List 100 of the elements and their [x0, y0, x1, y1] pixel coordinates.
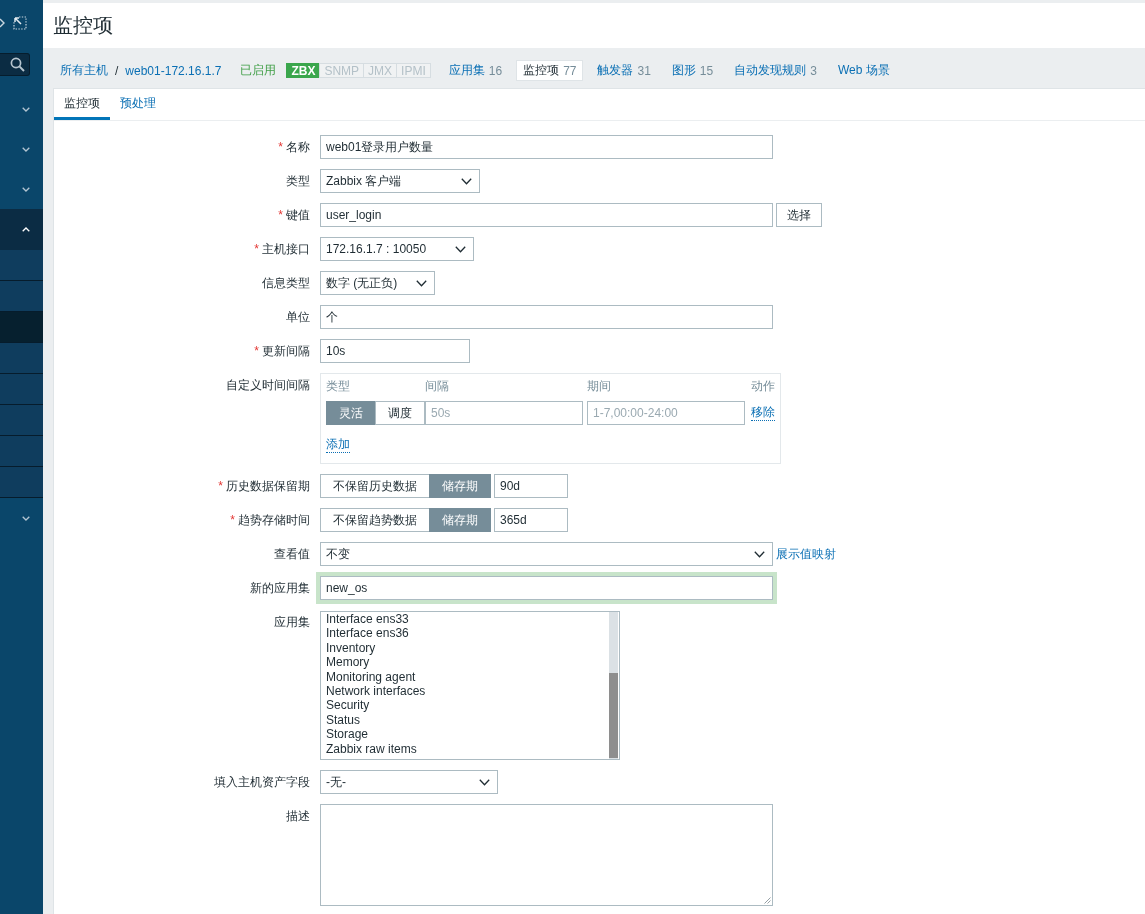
item-count: 77: [563, 63, 577, 78]
listbox[interactable]: Interface ens33 Interface ens36 Inventory Memory Monitoring agent Network interfaces Security Status Storage Zabbix raw items: [320, 611, 620, 760]
chevron-down-icon[interactable]: [22, 106, 30, 112]
list-option[interactable]: Status: [326, 712, 609, 728]
submenu-item[interactable]: [0, 343, 43, 374]
required-mark: *: [278, 207, 283, 224]
field-label: 查看值: [274, 546, 310, 563]
input-field[interactable]: 365d: [494, 508, 568, 532]
submenu-item[interactable]: [0, 467, 43, 498]
input-field[interactable]: 个: [320, 305, 773, 329]
field-label: 单位: [286, 309, 310, 326]
item-count: 31: [637, 63, 651, 78]
submenu-item[interactable]: [0, 250, 43, 281]
field-label: 填入主机资产字段: [214, 774, 310, 791]
field-label: 名称: [286, 139, 310, 156]
field-label: 键值: [286, 207, 310, 224]
breadcrumb-link[interactable]: web01-172.16.1.7: [125, 63, 222, 78]
required-mark: *: [230, 512, 235, 529]
field-label: 信息类型: [262, 275, 310, 292]
field-label: 应用集: [274, 614, 310, 631]
list-option[interactable]: Interface ens33: [326, 612, 609, 627]
list-option[interactable]: Interface ens36: [326, 626, 609, 641]
column-header: 期间: [587, 379, 611, 394]
input-field[interactable]: new_os: [316, 572, 777, 604]
submenu-item[interactable]: [0, 281, 43, 312]
input-field[interactable]: 90d: [494, 474, 568, 498]
field-label: 主机接口: [262, 241, 310, 258]
resize-grip-icon[interactable]: [764, 897, 771, 904]
tab[interactable]: 预处理: [110, 89, 166, 120]
list-option[interactable]: Security: [326, 698, 609, 713]
segment-option[interactable]: 不保留历史数据: [320, 474, 430, 498]
chevron-down-icon: [754, 550, 765, 558]
search-icon[interactable]: [10, 57, 25, 72]
submenu-item[interactable]: [0, 436, 43, 467]
dropdown[interactable]: 不变: [320, 542, 773, 566]
column-header: 间隔: [425, 379, 449, 394]
availability-badge: JMX: [363, 63, 398, 78]
availability-badge: SNMP: [319, 63, 365, 78]
input-field[interactable]: user_login: [320, 203, 773, 227]
list-option[interactable]: Storage: [326, 727, 609, 742]
nav-link[interactable]: 应用集 16: [441, 60, 510, 81]
chevron-down-icon: [455, 245, 466, 253]
submenu-item[interactable]: [0, 374, 43, 405]
list-option[interactable]: Monitoring agent: [326, 669, 609, 684]
chevron-down-icon: [416, 279, 427, 287]
list-option[interactable]: Memory: [326, 655, 609, 670]
list-option[interactable]: Network interfaces: [326, 683, 609, 699]
dropdown[interactable]: 数字 (无正负): [320, 271, 435, 295]
field-label: 类型: [286, 173, 310, 190]
dropdown[interactable]: -无-: [320, 770, 498, 794]
required-mark: *: [218, 478, 223, 495]
field-label: 更新间隔: [262, 343, 310, 360]
chevron-down-icon: [461, 177, 472, 185]
nav-link[interactable]: 监控项 77: [516, 60, 584, 81]
field-label: 新的应用集: [250, 580, 310, 597]
column-header: 动作: [751, 379, 775, 394]
field-label: 历史数据保留期: [226, 478, 310, 495]
scrollbar-track[interactable]: [609, 612, 618, 759]
item-count: 15: [699, 63, 714, 78]
expand-icon[interactable]: [13, 15, 27, 30]
chevron-down-icon[interactable]: [22, 146, 30, 152]
chevron-down-icon[interactable]: [22, 186, 30, 192]
availability-badge: ZBX: [286, 63, 321, 78]
input-field[interactable]: web01登录用户数量: [320, 135, 773, 159]
breadcrumb-link[interactable]: 所有主机: [60, 62, 108, 79]
required-mark: *: [254, 343, 259, 360]
breadcrumb-separator: /: [115, 63, 119, 78]
list-option[interactable]: Inventory: [326, 640, 609, 656]
chevron-down-icon[interactable]: [22, 515, 30, 521]
availability-badge: IPMI: [396, 63, 431, 78]
nav-link[interactable]: 自动发现规则 3: [727, 60, 824, 81]
textarea-field[interactable]: [320, 804, 773, 906]
chevron-up-icon[interactable]: [22, 227, 30, 232]
field-label: 自定义时间间隔: [226, 377, 310, 394]
field-label: 描述: [286, 808, 310, 825]
dropdown[interactable]: Zabbix 客户端: [320, 169, 480, 193]
value-mapping-link[interactable]: 展示值映射: [776, 546, 836, 562]
item-count: 16: [488, 63, 503, 78]
column-header: 类型: [326, 379, 350, 394]
chevron-down-icon: [479, 778, 490, 786]
nav-link[interactable]: 图形 15: [664, 60, 721, 81]
remove-link[interactable]: 移除: [751, 405, 775, 421]
list-option[interactable]: Zabbix raw items: [326, 741, 609, 756]
add-link[interactable]: 添加: [326, 437, 350, 453]
nav-link[interactable]: 触发器 31: [590, 60, 658, 81]
segment-option[interactable]: 调度: [375, 401, 425, 425]
scrollbar-thumb[interactable]: [609, 673, 618, 758]
submenu-item[interactable]: [0, 405, 43, 436]
search-field[interactable]: [0, 53, 30, 76]
field-label: 趋势存储时间: [238, 512, 310, 529]
input-field[interactable]: 10s: [320, 339, 470, 363]
nav-link[interactable]: Web 场景: [830, 60, 897, 81]
dropdown[interactable]: 172.16.1.7 : 10050: [320, 237, 474, 261]
required-mark: *: [278, 139, 283, 156]
segment-option[interactable]: 不保留趋势数据: [320, 508, 430, 532]
item-count: 3: [810, 63, 817, 78]
tab[interactable]: 监控项: [54, 89, 110, 120]
choose-button[interactable]: 选择: [776, 203, 822, 227]
required-mark: *: [254, 241, 259, 258]
page-title: 监控项: [53, 13, 113, 38]
